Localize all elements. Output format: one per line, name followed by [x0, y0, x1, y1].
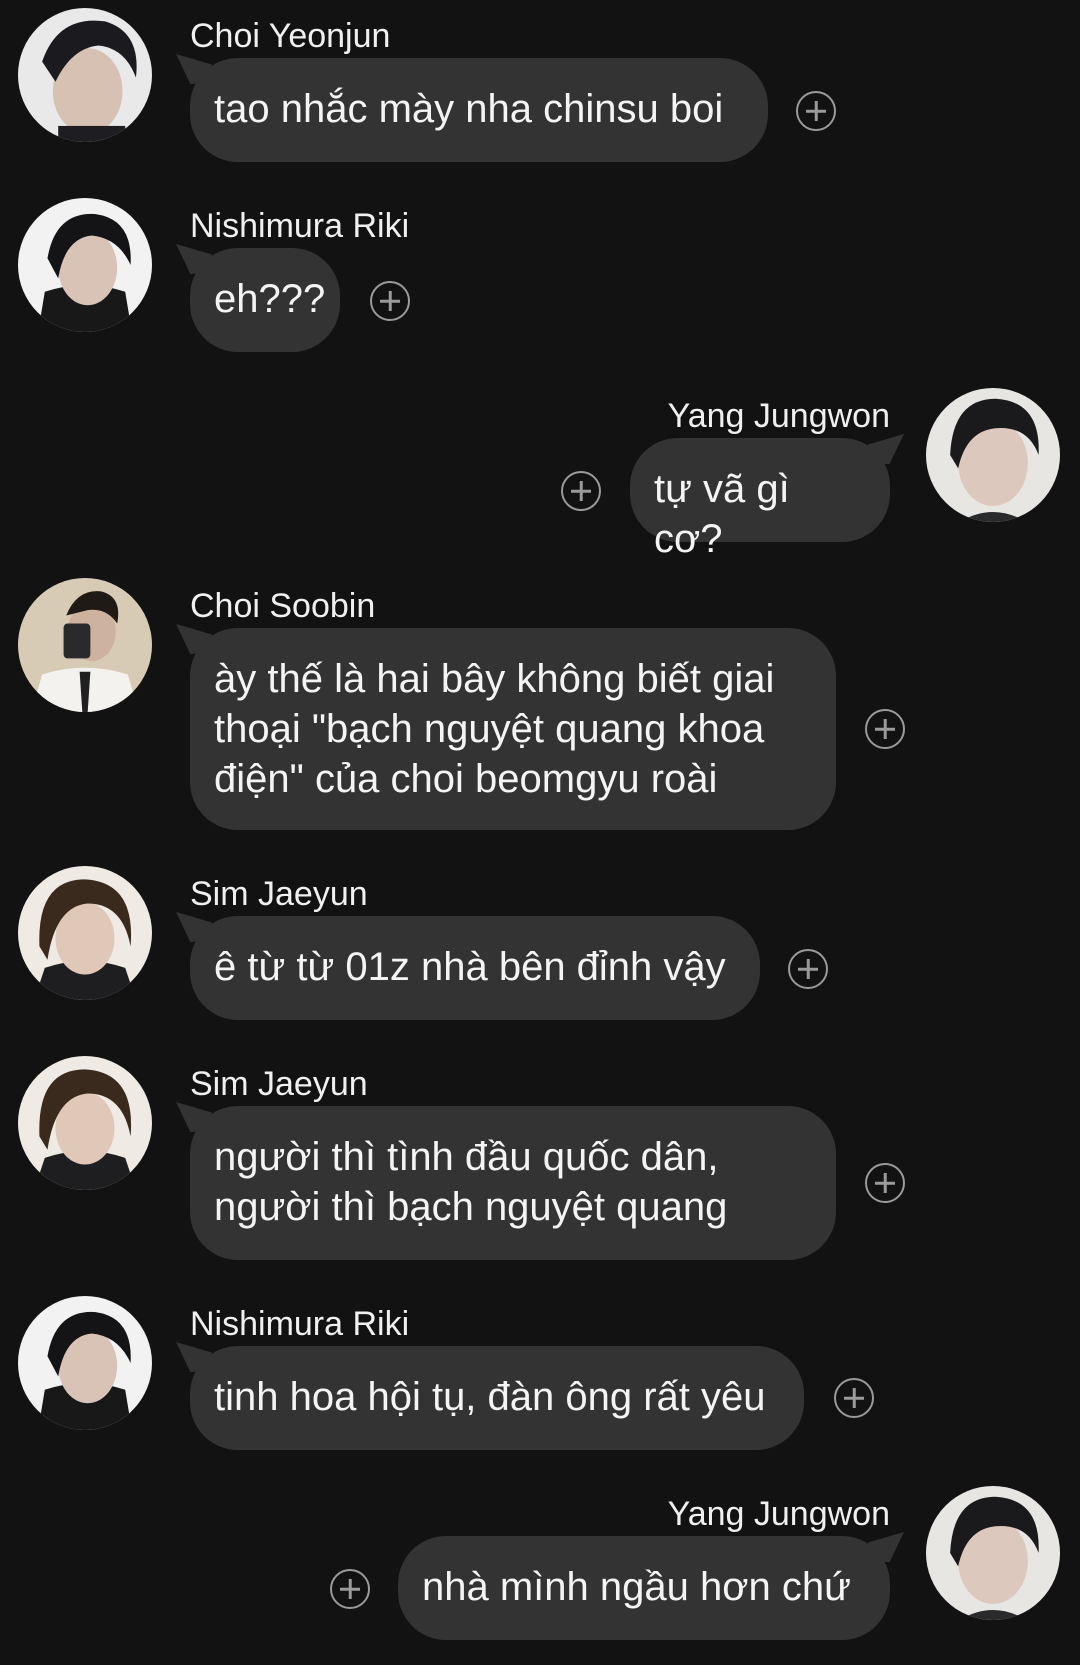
sender-name: Sim Jaeyun: [190, 1065, 368, 1103]
sender-name: Sim Jaeyun: [190, 875, 368, 913]
add-reaction-icon[interactable]: [865, 1163, 905, 1203]
add-reaction-icon[interactable]: [865, 709, 905, 749]
add-reaction-icon[interactable]: [330, 1569, 370, 1609]
avatar[interactable]: [18, 1296, 152, 1430]
sender-name: Nishimura Riki: [190, 1305, 410, 1343]
jungwon-avatar-icon: [926, 1486, 1060, 1620]
add-reaction-icon[interactable]: [370, 281, 410, 321]
jaeyun-avatar-icon: [18, 866, 152, 1000]
jaeyun-avatar-icon: [18, 1056, 152, 1190]
avatar[interactable]: [18, 578, 152, 712]
avatar[interactable]: [18, 198, 152, 332]
sender-name: Yang Jungwon: [667, 397, 890, 435]
soobin-avatar-icon: [18, 578, 152, 712]
message-bubble[interactable]: nhà mình ngầu hơn chứ: [398, 1536, 890, 1640]
riki-avatar-icon: [18, 1296, 152, 1430]
message-bubble[interactable]: tự vã gì cơ?: [630, 438, 890, 561]
jungwon-avatar-icon: [926, 388, 1060, 522]
message-bubble[interactable]: ê từ từ 01z nhà bên đỉnh vậy: [190, 916, 760, 1020]
message-bubble[interactable]: người thì tình đầu quốc dân, người thì b…: [190, 1106, 836, 1260]
message-bubble[interactable]: tinh hoa hội tụ, đàn ông rất yêu: [190, 1346, 804, 1450]
sender-name: Choi Yeonjun: [190, 17, 391, 55]
yeonjun-avatar-icon: [18, 8, 152, 142]
add-reaction-icon[interactable]: [796, 91, 836, 131]
message-bubble[interactable]: eh???: [190, 248, 340, 352]
riki-avatar-icon: [18, 198, 152, 332]
avatar[interactable]: [926, 388, 1060, 522]
avatar[interactable]: [18, 1056, 152, 1190]
add-reaction-icon[interactable]: [561, 471, 601, 511]
avatar[interactable]: [18, 866, 152, 1000]
sender-name: Choi Soobin: [190, 587, 376, 625]
message-bubble[interactable]: ày thế là hai bây không biết giai thoại …: [190, 628, 836, 830]
message-bubble[interactable]: tao nhắc mày nha chinsu boi: [190, 58, 768, 162]
avatar[interactable]: [926, 1486, 1060, 1620]
add-reaction-icon[interactable]: [788, 949, 828, 989]
avatar[interactable]: [18, 8, 152, 142]
add-reaction-icon[interactable]: [834, 1378, 874, 1418]
sender-name: Nishimura Riki: [190, 207, 410, 245]
sender-name: Yang Jungwon: [667, 1495, 890, 1533]
